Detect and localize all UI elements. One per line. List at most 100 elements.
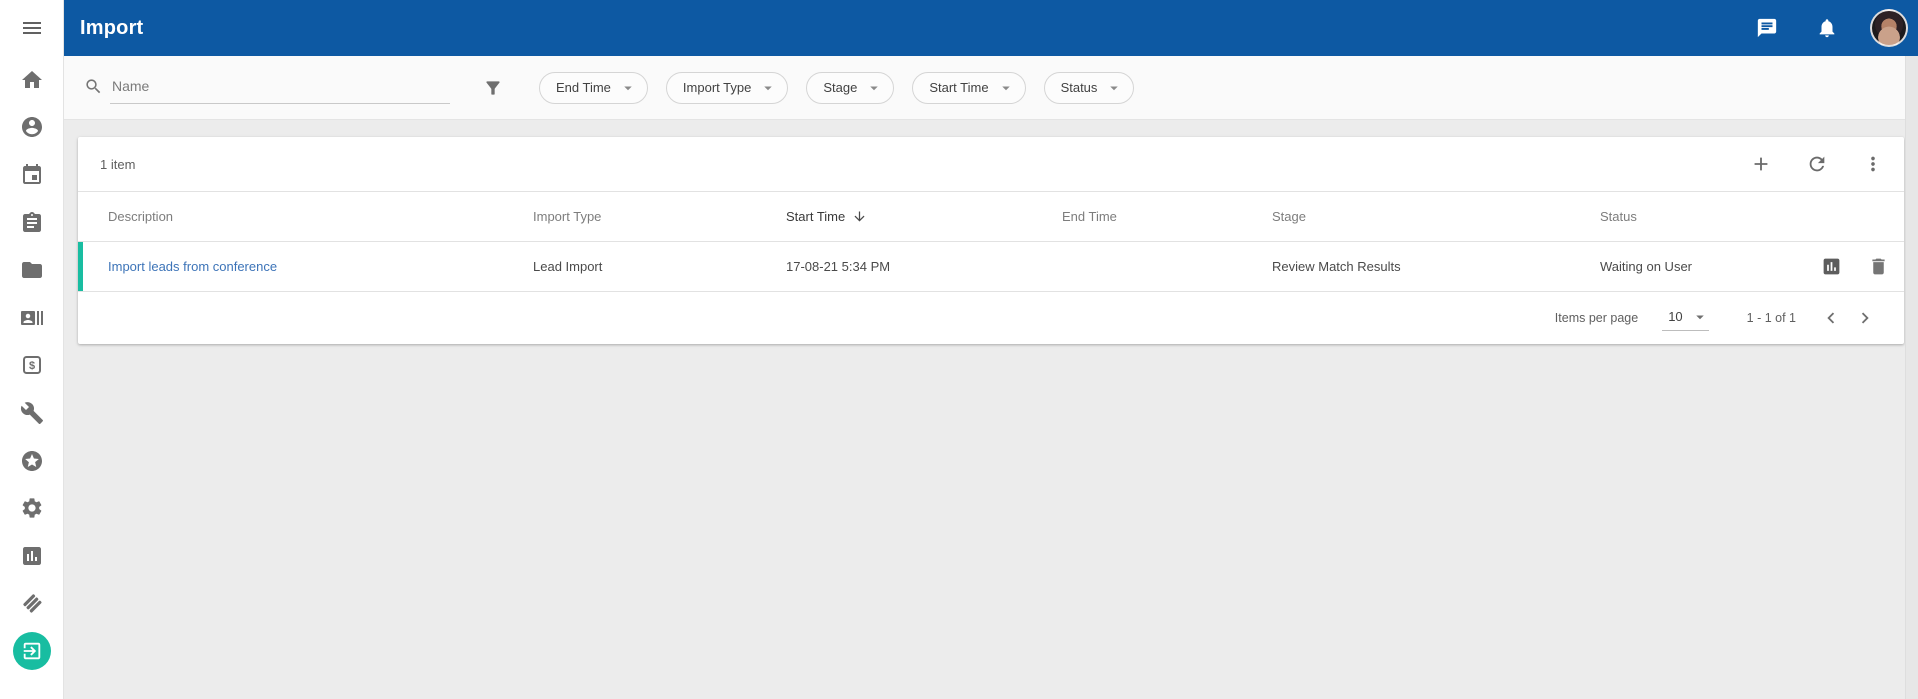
stars-icon bbox=[20, 449, 44, 473]
column-label: Status bbox=[1600, 209, 1637, 224]
home-icon bbox=[20, 68, 44, 92]
delete-icon bbox=[1868, 256, 1889, 277]
previous-page-button[interactable] bbox=[1814, 301, 1848, 335]
contacts-icon bbox=[20, 306, 44, 330]
sidebar-item-files[interactable] bbox=[0, 246, 64, 294]
chevron-down-icon bbox=[1105, 79, 1123, 97]
column-label: End Time bbox=[1062, 209, 1117, 224]
sidebar-item-tools[interactable] bbox=[0, 389, 64, 437]
import-active-bubble bbox=[13, 632, 51, 670]
tasks-icon bbox=[20, 211, 44, 235]
notifications-button[interactable] bbox=[1810, 11, 1844, 45]
chip-label: Status bbox=[1061, 80, 1098, 95]
column-header-end-time[interactable]: End Time bbox=[1062, 209, 1272, 224]
row-start-time: 17-08-21 5:34 PM bbox=[786, 259, 1062, 274]
filter-icon bbox=[483, 78, 503, 98]
table-header: Description Import Type Start Time End T… bbox=[78, 192, 1904, 242]
table-row[interactable]: Import leads from conference Lead Import… bbox=[78, 242, 1904, 292]
column-header-status[interactable]: Status bbox=[1600, 209, 1810, 224]
chip-label: Stage bbox=[823, 80, 857, 95]
chevron-down-icon bbox=[997, 79, 1015, 97]
page-size-value: 10 bbox=[1668, 309, 1682, 324]
column-label: Import Type bbox=[533, 209, 601, 224]
chevron-down-icon bbox=[865, 79, 883, 97]
reports-icon bbox=[20, 544, 44, 568]
more-options-button[interactable] bbox=[1858, 149, 1888, 179]
search-input[interactable] bbox=[110, 72, 450, 104]
column-label: Stage bbox=[1272, 209, 1306, 224]
row-status-indicator bbox=[78, 242, 83, 291]
chevron-down-icon bbox=[759, 79, 777, 97]
vertical-scrollbar[interactable] bbox=[1905, 56, 1918, 699]
account-icon bbox=[20, 115, 44, 139]
column-header-stage[interactable]: Stage bbox=[1272, 209, 1600, 224]
delete-button[interactable] bbox=[1866, 255, 1890, 279]
page-title: Import bbox=[80, 17, 143, 40]
search-box bbox=[84, 72, 450, 104]
menu-icon bbox=[20, 16, 44, 40]
sidebar-item-settings[interactable] bbox=[0, 484, 64, 532]
view-results-button[interactable] bbox=[1819, 255, 1843, 279]
filter-chip-end-time[interactable]: End Time bbox=[539, 72, 648, 104]
filter-chip-status[interactable]: Status bbox=[1044, 72, 1135, 104]
page-range-label: 1 - 1 of 1 bbox=[1747, 311, 1796, 325]
chip-label: Import Type bbox=[683, 80, 751, 95]
add-icon bbox=[1750, 153, 1772, 175]
card-header: 1 item bbox=[78, 137, 1904, 192]
chevron-left-icon bbox=[1820, 307, 1842, 329]
row-stage: Review Match Results bbox=[1272, 259, 1600, 274]
refresh-icon bbox=[1806, 153, 1828, 175]
import-page: $ Import bbox=[0, 0, 1918, 699]
content-area: 1 item Description Import Type bbox=[64, 120, 1905, 699]
more-vert-icon bbox=[1862, 153, 1884, 175]
next-page-button[interactable] bbox=[1848, 301, 1882, 335]
filter-chip-import-type[interactable]: Import Type bbox=[666, 72, 788, 104]
paginator: Items per page 10 1 - 1 of 1 bbox=[78, 292, 1904, 344]
column-label: Description bbox=[108, 209, 173, 224]
menu-button[interactable] bbox=[0, 0, 63, 56]
sidebar-item-favorites[interactable] bbox=[0, 437, 64, 485]
filter-toolbar: End Time Import Type Stage Start Time St… bbox=[64, 56, 1905, 120]
filter-chip-start-time[interactable]: Start Time bbox=[912, 72, 1025, 104]
column-header-start-time[interactable]: Start Time bbox=[786, 207, 1062, 227]
column-header-description[interactable]: Description bbox=[108, 209, 533, 224]
filter-button[interactable] bbox=[478, 73, 508, 103]
user-avatar[interactable] bbox=[1870, 9, 1908, 47]
column-label: Start Time bbox=[786, 209, 845, 224]
search-icon bbox=[84, 77, 103, 96]
card-actions bbox=[1746, 149, 1888, 179]
chevron-down-icon bbox=[619, 79, 637, 97]
import-icon bbox=[21, 640, 43, 662]
chat-button[interactable] bbox=[1750, 11, 1784, 45]
settings-icon bbox=[20, 496, 44, 520]
sidebar-item-tags[interactable] bbox=[0, 580, 64, 628]
notifications-icon bbox=[1816, 17, 1838, 39]
column-header-import-type[interactable]: Import Type bbox=[533, 209, 786, 224]
sidebar-nav: $ bbox=[0, 56, 64, 675]
items-per-page-label: Items per page bbox=[1555, 311, 1638, 325]
chip-label: Start Time bbox=[929, 80, 988, 95]
sidebar-item-home[interactable] bbox=[0, 56, 64, 104]
row-status: Waiting on User bbox=[1600, 259, 1810, 274]
tools-icon bbox=[20, 401, 44, 425]
sidebar-item-import[interactable] bbox=[0, 627, 64, 675]
page-size-select[interactable]: 10 bbox=[1662, 306, 1708, 331]
filter-chips: End Time Import Type Stage Start Time St… bbox=[539, 72, 1134, 104]
sidebar-item-reports[interactable] bbox=[0, 532, 64, 580]
row-actions bbox=[1810, 255, 1904, 279]
sidebar-item-money[interactable]: $ bbox=[0, 342, 64, 390]
folder-icon bbox=[20, 258, 44, 282]
sidebar-item-contacts-list[interactable] bbox=[0, 294, 64, 342]
sort-desc-arrow-icon bbox=[845, 207, 867, 227]
sidebar-item-tasks[interactable] bbox=[0, 199, 64, 247]
refresh-button[interactable] bbox=[1802, 149, 1832, 179]
results-chart-icon bbox=[1821, 256, 1842, 277]
row-description-link[interactable]: Import leads from conference bbox=[108, 259, 533, 274]
tags-icon bbox=[20, 591, 44, 615]
chip-label: End Time bbox=[556, 80, 611, 95]
filter-chip-stage[interactable]: Stage bbox=[806, 72, 894, 104]
item-count: 1 item bbox=[100, 157, 135, 172]
sidebar-item-contacts-profile[interactable] bbox=[0, 104, 64, 152]
sidebar-item-calendar[interactable] bbox=[0, 151, 64, 199]
add-button[interactable] bbox=[1746, 149, 1776, 179]
